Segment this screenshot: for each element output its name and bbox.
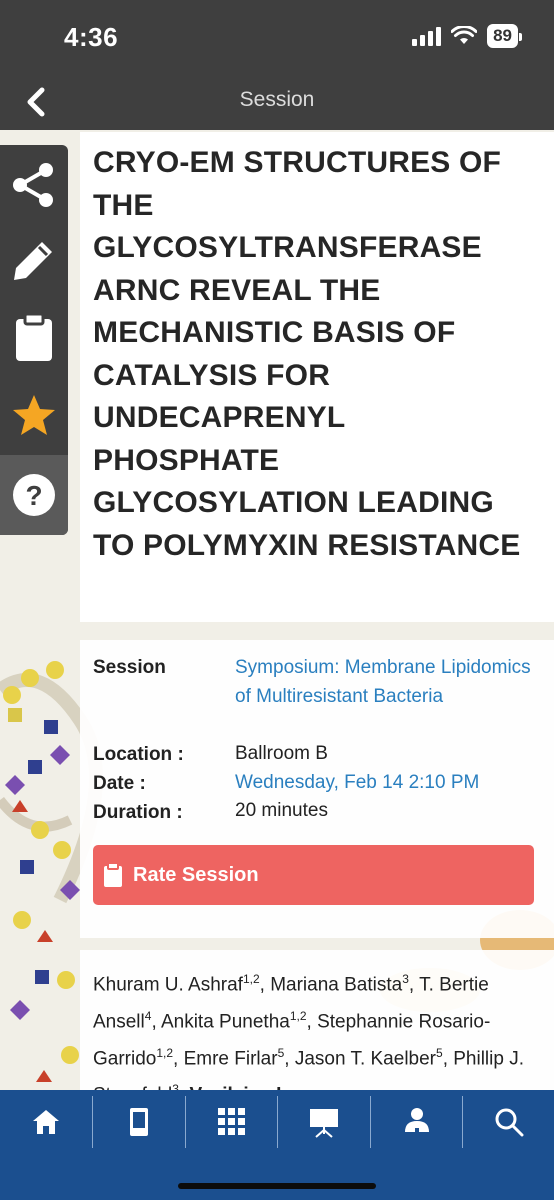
- battery-indicator: 89: [487, 24, 522, 48]
- author-affiliation: 5: [277, 1045, 285, 1060]
- home-icon: [33, 1110, 59, 1134]
- author-name: Jason T. Kaelber: [294, 1047, 436, 1069]
- home-indicator: [178, 1183, 376, 1189]
- author-affiliation: 1,2: [156, 1045, 174, 1060]
- author-affiliation: 1,2: [242, 972, 260, 986]
- status-time: 4:36: [64, 22, 119, 52]
- session-label: Session: [93, 657, 166, 678]
- author-name: Emre Firlar: [183, 1047, 278, 1069]
- clipboard-icon: [104, 862, 122, 887]
- author-affiliation: 1,2: [289, 1008, 307, 1023]
- wifi-icon: [451, 26, 478, 44]
- nav-search[interactable]: [463, 1090, 554, 1154]
- location-value: Ballroom B: [235, 743, 328, 764]
- nav-grid[interactable]: [186, 1090, 278, 1154]
- help-icon: ?: [13, 474, 55, 516]
- share-button[interactable]: [0, 145, 68, 225]
- authors-card: Khuram U. Ashraf1,2, Mariana Batista3, T…: [80, 950, 554, 1090]
- session-info-card: Session Symposium: Membrane Lipidomics o…: [80, 640, 554, 938]
- edit-button[interactable]: [0, 220, 68, 300]
- signal-icon: [412, 26, 442, 46]
- side-toolbar: ?: [0, 145, 68, 535]
- speaker-icon: [405, 1108, 429, 1136]
- nav-home[interactable]: [0, 1090, 92, 1154]
- clipboard-icon: [16, 312, 52, 361]
- author-affiliation: 5: [436, 1045, 443, 1060]
- nav-presentation[interactable]: [278, 1090, 370, 1154]
- pencil-icon: [14, 242, 52, 280]
- author-name: Khuram U. Ashraf: [93, 974, 243, 996]
- rate-session-button[interactable]: Rate Session: [93, 845, 534, 905]
- author-name: Ankita Punetha: [160, 1011, 290, 1033]
- svg-text:?: ?: [25, 480, 42, 511]
- location-label: Location :: [93, 744, 184, 765]
- search-icon: [495, 1108, 524, 1137]
- favorite-button[interactable]: [0, 375, 68, 455]
- help-button[interactable]: ?: [0, 455, 68, 535]
- header-title: Session: [239, 88, 315, 111]
- author-affiliation: 3: [402, 972, 409, 986]
- mobile-icon: [130, 1108, 148, 1136]
- date-label: Date :: [93, 773, 146, 794]
- author-affiliation: 3: [172, 1082, 179, 1090]
- presentation-icon: [310, 1109, 338, 1138]
- author-name: Mariana Batista: [270, 974, 403, 996]
- session-link[interactable]: Symposium: Membrane Lipidomics of Multir…: [235, 654, 535, 711]
- notes-button[interactable]: [0, 297, 68, 377]
- authors-list: Khuram U. Ashraf1,2, Mariana Batista3, T…: [93, 964, 534, 1090]
- rate-session-label: Rate Session: [133, 863, 259, 886]
- status-icons: 89: [412, 24, 522, 48]
- app-header: Session: [0, 72, 554, 130]
- status-bar: 4:36 89: [0, 0, 554, 72]
- share-icon: [13, 163, 53, 207]
- duration-value: 20 minutes: [235, 800, 328, 821]
- session-title: CRYO-EM STRUCTURES OF THE GLYCOSYLTRANSF…: [93, 146, 521, 562]
- nav-mobile[interactable]: [93, 1090, 185, 1154]
- duration-label: Duration :: [93, 802, 183, 823]
- date-link[interactable]: Wednesday, Feb 14 2:10 PM: [235, 769, 535, 798]
- star-icon: [13, 395, 55, 435]
- grid-icon: [218, 1108, 245, 1135]
- session-title-card: CRYO-EM STRUCTURES OF THE GLYCOSYLTRANSF…: [80, 132, 554, 622]
- nav-speaker[interactable]: [371, 1090, 463, 1154]
- author-affiliation: 4: [144, 1008, 152, 1023]
